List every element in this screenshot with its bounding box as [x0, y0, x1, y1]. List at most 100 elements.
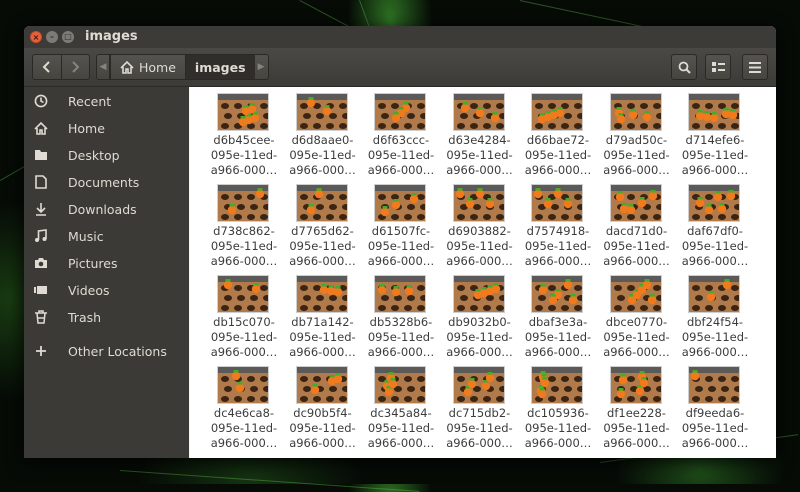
menu-button[interactable] — [742, 54, 768, 80]
file-grid: d6b45cee- 095e-11ed-a966-000… d6d8aae0- 095… — [190, 87, 776, 458]
image-thumbnail — [531, 184, 583, 222]
file-item[interactable]: dbce0770- 095e-11ed-a966-000… — [600, 271, 674, 359]
file-item[interactable]: dacd71d0- 095e-11ed-a966-000… — [600, 180, 674, 268]
image-thumbnail — [217, 275, 269, 313]
file-name-line: d7765d62- — [291, 224, 354, 238]
file-name-line: 095e-11ed- — [367, 330, 435, 344]
sidebar-item-home[interactable]: Home — [24, 117, 189, 139]
file-name: d6b45cee- 095e-11ed-a966-000… — [207, 133, 281, 178]
file-name-line: d6d8aae0- — [291, 133, 354, 147]
search-icon — [678, 61, 691, 74]
path-scroll-left-button[interactable]: ◀ — [96, 54, 110, 80]
file-item[interactable]: d6b45cee- 095e-11ed-a966-000… — [207, 89, 281, 177]
file-item[interactable]: df1ee228- 095e-11ed-a966-000… — [600, 362, 674, 450]
file-item[interactable]: dc345a84- 095e-11ed-a966-000… — [364, 362, 438, 450]
file-name: df1ee228- 095e-11ed-a966-000… — [600, 406, 674, 451]
file-name-line: 095e-11ed- — [367, 421, 435, 435]
file-name-line: 095e-11ed- — [210, 239, 278, 253]
path-crumb-images[interactable]: images — [184, 54, 255, 80]
sidebar-item-label: Downloads — [68, 201, 137, 217]
file-name-line: a966-000… — [524, 345, 592, 359]
file-item[interactable]: d66bae72- 095e-11ed-a966-000… — [521, 89, 595, 177]
back-button[interactable] — [33, 55, 61, 79]
path-crumb-images-label: images — [194, 59, 246, 75]
file-name-line: dbce0770- — [605, 315, 668, 329]
file-item[interactable]: dc90b5f4- 095e-11ed-a966-000… — [286, 362, 360, 450]
sidebar-item-desktop[interactable]: Desktop — [24, 144, 189, 166]
minimize-window-button[interactable]: – — [46, 31, 58, 43]
file-item[interactable]: d714efe6- 095e-11ed-a966-000… — [678, 89, 752, 177]
file-item[interactable]: df9eeda6- 095e-11ed-a966-000… — [678, 362, 752, 450]
search-button[interactable] — [671, 54, 697, 80]
sidebar-item-downloads[interactable]: Downloads — [24, 198, 189, 220]
sidebar-item-label: Other Locations — [68, 343, 167, 359]
close-window-button[interactable]: × — [30, 31, 42, 43]
file-name: dacd71d0- 095e-11ed-a966-000… — [600, 224, 674, 269]
file-name-line: 095e-11ed- — [681, 239, 749, 253]
file-name-line: a966-000… — [681, 254, 749, 268]
image-thumbnail — [217, 184, 269, 222]
file-item[interactable]: d61507fc- 095e-11ed-a966-000… — [364, 180, 438, 268]
file-name-line: 095e-11ed- — [681, 148, 749, 162]
file-item[interactable]: dbaf3e3a- 095e-11ed-a966-000… — [521, 271, 595, 359]
file-item[interactable]: d7574918- 095e-11ed-a966-000… — [521, 180, 595, 268]
file-item[interactable]: db71a142- 095e-11ed-a966-000… — [286, 271, 360, 359]
image-thumbnail — [374, 93, 426, 131]
file-name-line: d66bae72- — [526, 133, 590, 147]
image-thumbnail — [295, 275, 348, 313]
file-item[interactable]: d6f63ccc- 095e-11ed-a966-000… — [364, 89, 438, 177]
file-item[interactable]: dbf24f54- 095e-11ed-a966-000… — [678, 271, 752, 359]
sidebar-item-documents[interactable]: Documents — [24, 171, 189, 193]
file-item[interactable]: d7765d62- 095e-11ed-a966-000… — [286, 180, 360, 268]
sidebar-item-label: Pictures — [68, 255, 118, 271]
file-name-line: dc4e6ca8- — [213, 406, 275, 420]
file-name: dc715db2- 095e-11ed-a966-000… — [443, 406, 517, 451]
header-bar: ◀ Home images ▶ — [24, 48, 776, 87]
sidebar-item-music[interactable]: Music — [24, 225, 189, 247]
file-item[interactable]: d6903882- 095e-11ed-a966-000… — [443, 180, 517, 268]
sidebar-item-pictures[interactable]: Pictures — [24, 252, 189, 274]
file-name-line: 095e-11ed- — [603, 421, 670, 435]
file-name: d6d8aae0- 095e-11ed-a966-000… — [286, 133, 360, 178]
sidebar-item-videos[interactable]: Videos — [24, 279, 189, 301]
path-crumb-home[interactable]: Home — [110, 54, 185, 80]
sidebar-item-recent[interactable]: Recent — [24, 90, 189, 112]
file-item[interactable]: db5328b6- 095e-11ed-a966-000… — [364, 271, 438, 359]
sidebar-item-label: Home — [68, 120, 105, 136]
maximize-window-button[interactable]: □ — [62, 31, 74, 43]
file-item[interactable]: dc105936- 095e-11ed-a966-000… — [521, 362, 595, 450]
file-name: dc105936- 095e-11ed-a966-000… — [521, 406, 595, 451]
sidebar-item-trash[interactable]: Trash — [24, 306, 189, 328]
file-item[interactable]: daf67df0- 095e-11ed-a966-000… — [678, 180, 752, 268]
file-name: db71a142- 095e-11ed-a966-000… — [286, 315, 360, 360]
image-thumbnail — [609, 366, 662, 404]
file-manager-window: × – □ images ◀ Home images ▶ Recent Home… — [24, 26, 776, 458]
file-item[interactable]: d63e4284- 095e-11ed-a966-000… — [443, 89, 517, 177]
file-name-line: dc715db2- — [448, 406, 511, 420]
sidebar-item-label: Trash — [68, 309, 102, 325]
forward-button[interactable] — [60, 55, 90, 79]
clock-icon — [33, 93, 49, 109]
file-name-line: a966-000… — [681, 436, 749, 450]
file-name-line: 095e-11ed- — [446, 421, 513, 435]
file-item[interactable]: dc4e6ca8- 095e-11ed-a966-000… — [207, 362, 281, 450]
file-name: d7574918- 095e-11ed-a966-000… — [521, 224, 595, 269]
file-name-line: 095e-11ed- — [524, 421, 592, 435]
file-name-line: a966-000… — [289, 163, 356, 177]
file-item[interactable]: d738c862- 095e-11ed-a966-000… — [207, 180, 281, 268]
file-item[interactable]: dc715db2- 095e-11ed-a966-000… — [443, 362, 517, 450]
file-item[interactable]: d79ad50c- 095e-11ed-a966-000… — [600, 89, 674, 177]
file-item[interactable]: db15c070- 095e-11ed-a966-000… — [207, 271, 281, 359]
file-name: d79ad50c- 095e-11ed-a966-000… — [600, 133, 674, 178]
file-name: dbaf3e3a- 095e-11ed-a966-000… — [521, 315, 595, 360]
document-icon — [33, 174, 49, 190]
sidebar-item-other-locations[interactable]: Other Locations — [24, 340, 189, 362]
view-toggle-button[interactable] — [705, 54, 731, 80]
music-icon — [33, 228, 49, 244]
sidebar-item-label: Videos — [68, 282, 110, 298]
path-bar: ◀ Home images ▶ — [96, 54, 269, 80]
path-scroll-right-button[interactable]: ▶ — [254, 54, 269, 80]
file-item[interactable]: db9032b0- 095e-11ed-a966-000… — [443, 271, 517, 359]
file-item[interactable]: d6d8aae0- 095e-11ed-a966-000… — [286, 89, 360, 177]
sidebar-item-label: Music — [68, 228, 104, 244]
